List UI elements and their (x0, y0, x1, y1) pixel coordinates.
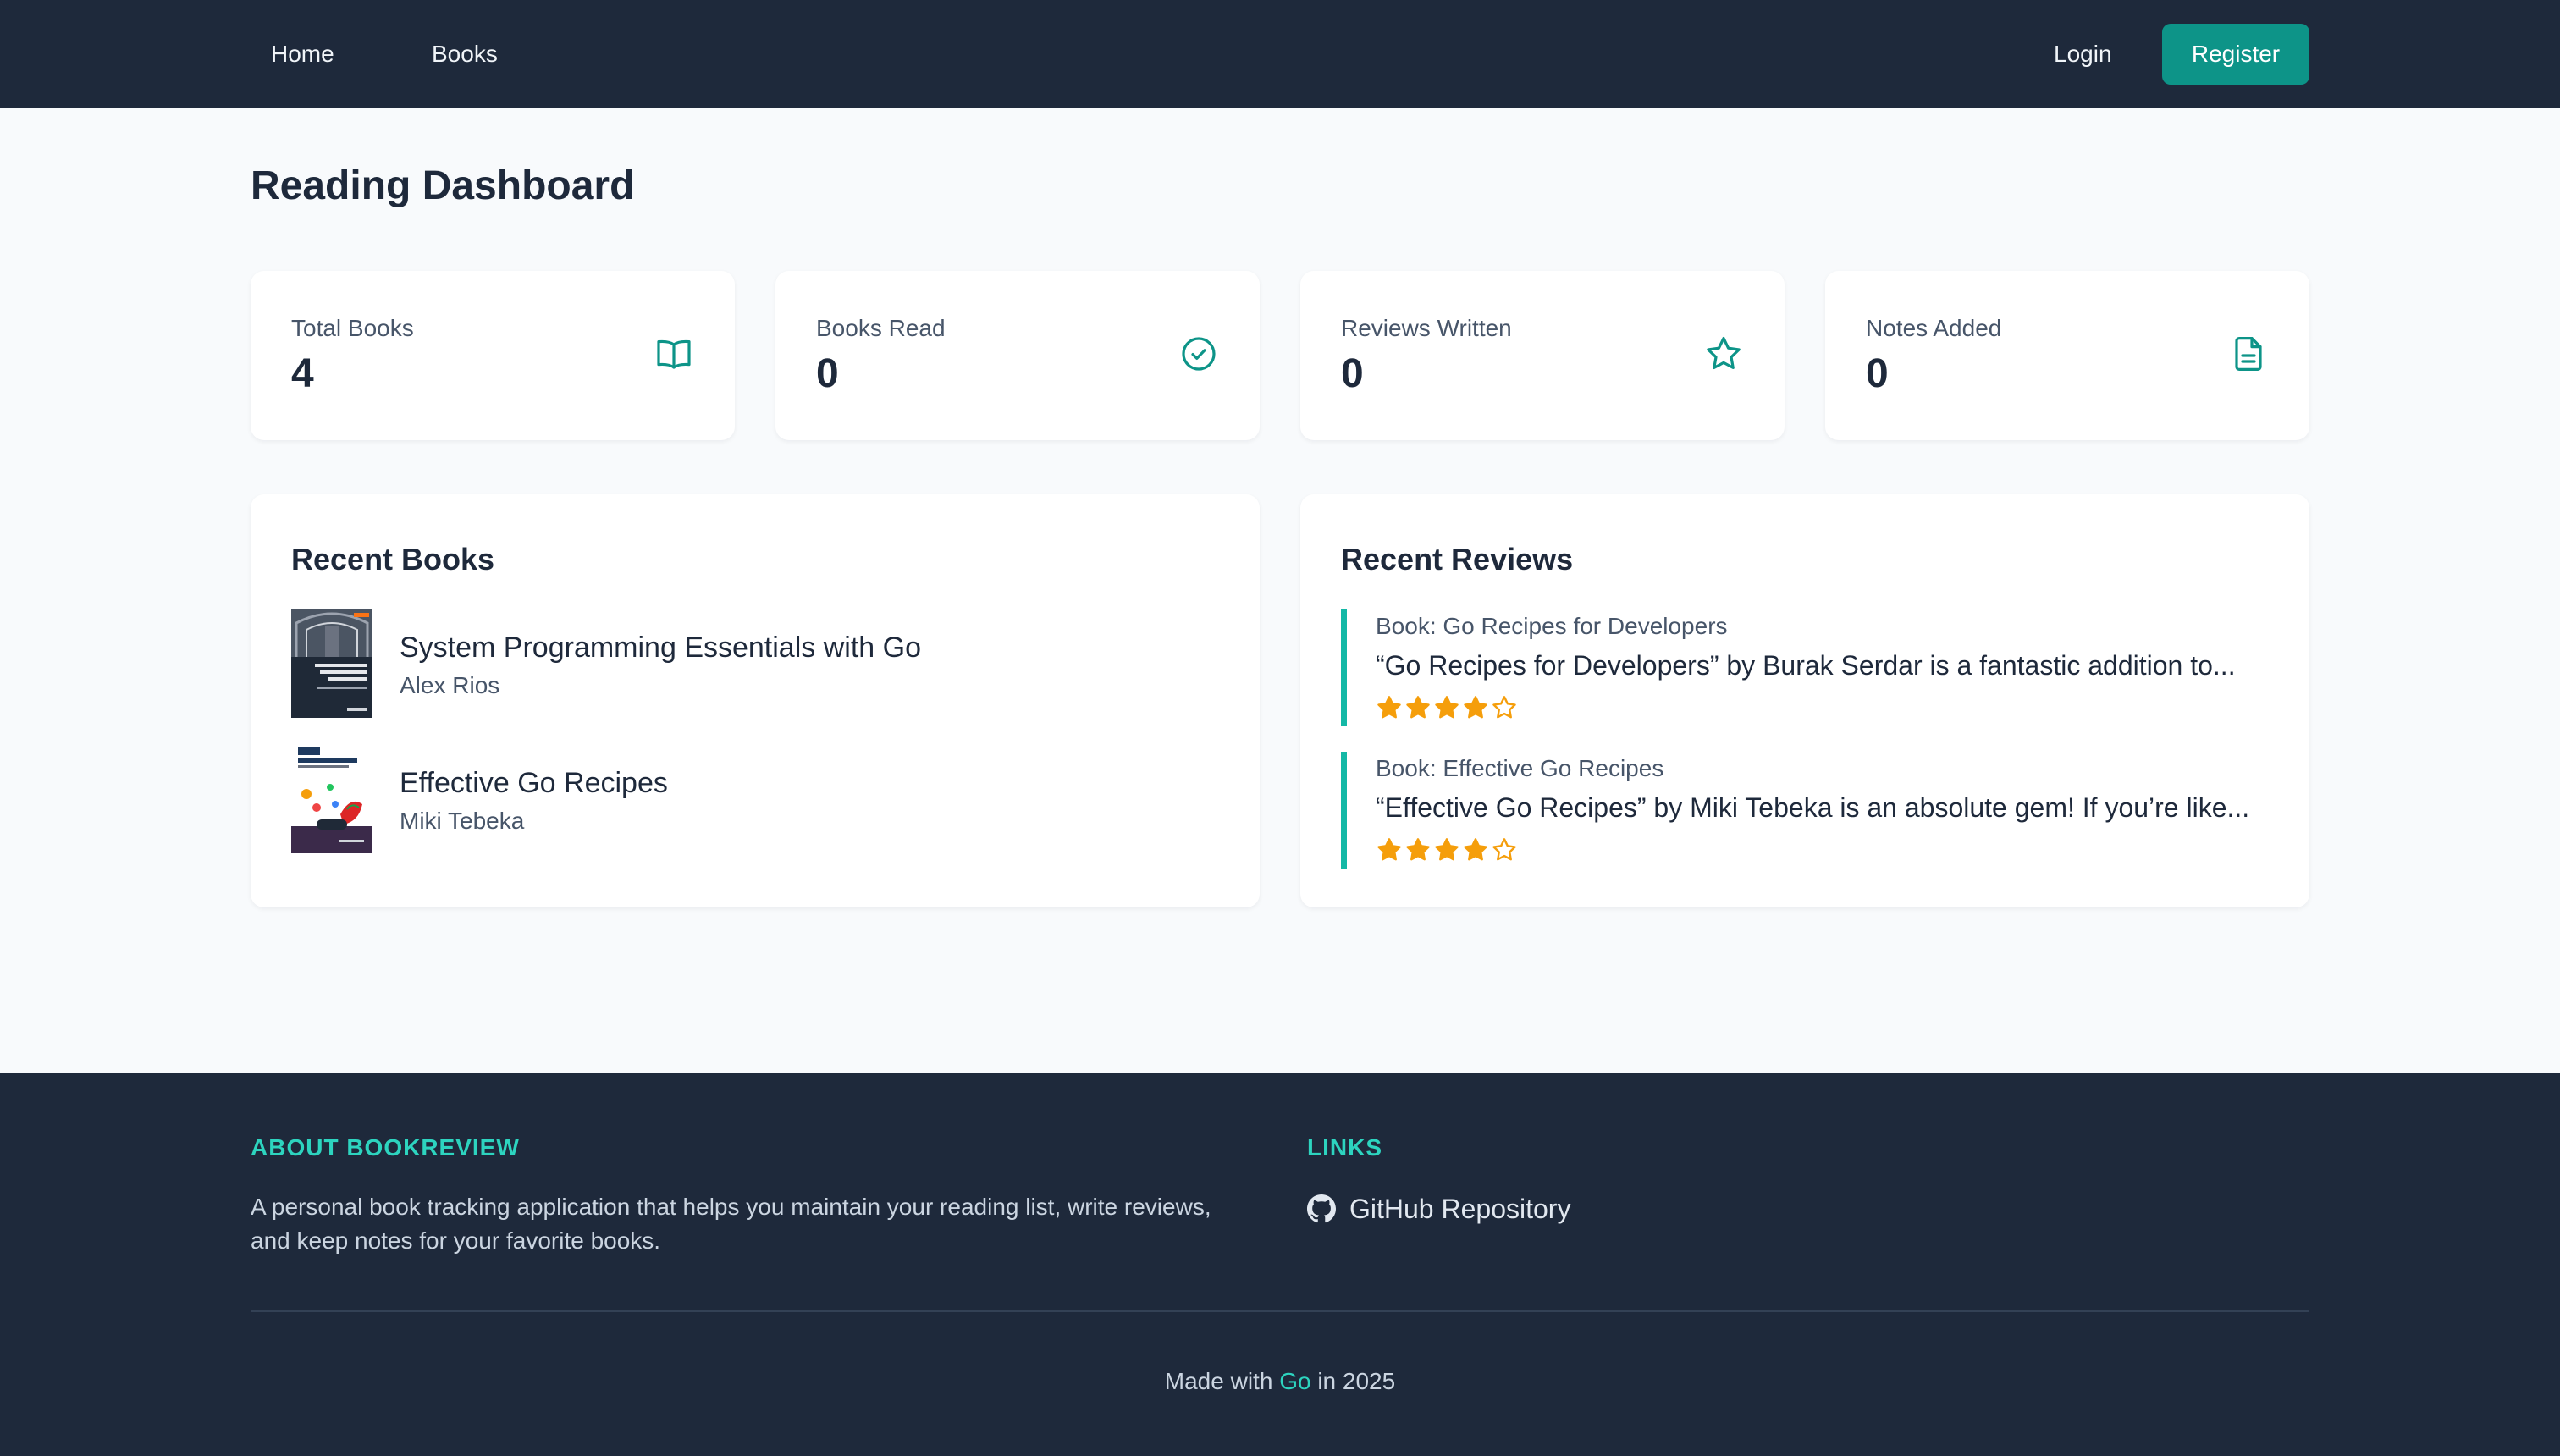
stat-value: 0 (1341, 351, 1364, 396)
footer-divider (251, 1310, 2309, 1312)
star-filled-icon (1377, 696, 1401, 719)
star-filled-icon (1464, 838, 1487, 861)
stat-card-total-books: Total Books 4 (251, 271, 735, 440)
book-author: Miki Tebeka (400, 808, 525, 834)
footer-made-with: Made with Go in 2025 (0, 1368, 2560, 1395)
page-title: Reading Dashboard (251, 163, 635, 208)
stat-label: Reviews Written (1341, 315, 1512, 341)
star-filled-icon (1377, 838, 1401, 861)
recent-books-panel: Recent Books System Programming Essentia… (251, 494, 1260, 907)
register-button[interactable]: Register (2162, 24, 2309, 85)
nav-books-link[interactable]: Books (432, 0, 498, 108)
stat-value: 4 (291, 351, 314, 396)
footer-links-heading: LINKS (1307, 1134, 1382, 1161)
review-list-item[interactable]: Book: Go Recipes for Developers “Go Reci… (1341, 609, 2272, 726)
github-icon (1307, 1194, 1336, 1223)
stat-label: Notes Added (1866, 315, 2002, 341)
made-with-prefix: Made with (1164, 1368, 1273, 1394)
made-with-go: Go (1279, 1368, 1311, 1394)
document-icon (2235, 337, 2262, 371)
review-excerpt: “Go Recipes for Developers” by Burak Ser… (1376, 650, 2236, 681)
review-excerpt: “Effective Go Recipes” by Miki Tebeka is… (1376, 792, 2250, 823)
review-book-name: Book: Effective Go Recipes (1376, 755, 1664, 781)
star-filled-icon (1406, 696, 1430, 719)
book-title[interactable]: System Programming Essentials with Go (400, 631, 921, 665)
book-title[interactable]: Effective Go Recipes (400, 767, 668, 800)
recent-reviews-panel: Recent Reviews Book: Go Recipes for Deve… (1300, 494, 2309, 907)
review-book-name: Book: Go Recipes for Developers (1376, 613, 1728, 639)
github-repository-link[interactable]: GitHub Repository (1307, 1192, 1570, 1226)
footer-about-heading: ABOUT BOOKREVIEW (251, 1134, 520, 1161)
star-rating (1376, 836, 1518, 863)
stat-value: 0 (816, 351, 839, 396)
star-empty-icon (1492, 838, 1516, 861)
review-list-item[interactable]: Book: Effective Go Recipes “Effective Go… (1341, 752, 2272, 869)
star-rating (1376, 694, 1518, 721)
top-navbar: Home Books Login Register (0, 0, 2560, 108)
stat-value: 0 (1866, 351, 1889, 396)
star-empty-icon (1492, 696, 1516, 719)
nav-login-link[interactable]: Login (2054, 0, 2112, 108)
stat-card-notes-added: Notes Added 0 (1825, 271, 2309, 440)
stat-card-reviews-written: Reviews Written 0 (1300, 271, 1785, 440)
footer: ABOUT BOOKREVIEW A personal book trackin… (0, 1073, 2560, 1456)
stat-label: Books Read (816, 315, 946, 341)
stat-label: Total Books (291, 315, 414, 341)
book-cover-image (291, 609, 372, 718)
book-cover-image (291, 745, 372, 853)
footer-about-text: A personal book tracking application tha… (251, 1194, 1211, 1254)
github-link-label: GitHub Repository (1349, 1193, 1571, 1224)
star-filled-icon (1435, 838, 1459, 861)
check-circle-icon (1182, 337, 1216, 371)
star-filled-icon (1435, 696, 1459, 719)
book-author: Alex Rios (400, 672, 500, 698)
book-list-item[interactable]: Effective Go Recipes Miki Tebeka (291, 745, 1222, 853)
star-icon (1707, 337, 1741, 369)
made-with-suffix: in 2025 (1317, 1368, 1396, 1394)
star-filled-icon (1464, 696, 1487, 719)
book-open-icon (657, 339, 691, 369)
star-filled-icon (1406, 838, 1430, 861)
stat-card-books-read: Books Read 0 (775, 271, 1260, 440)
recent-books-title: Recent Books (291, 542, 495, 576)
book-list-item[interactable]: System Programming Essentials with Go Al… (291, 609, 1222, 718)
recent-reviews-title: Recent Reviews (1341, 542, 1574, 576)
nav-home-link[interactable]: Home (271, 0, 334, 108)
